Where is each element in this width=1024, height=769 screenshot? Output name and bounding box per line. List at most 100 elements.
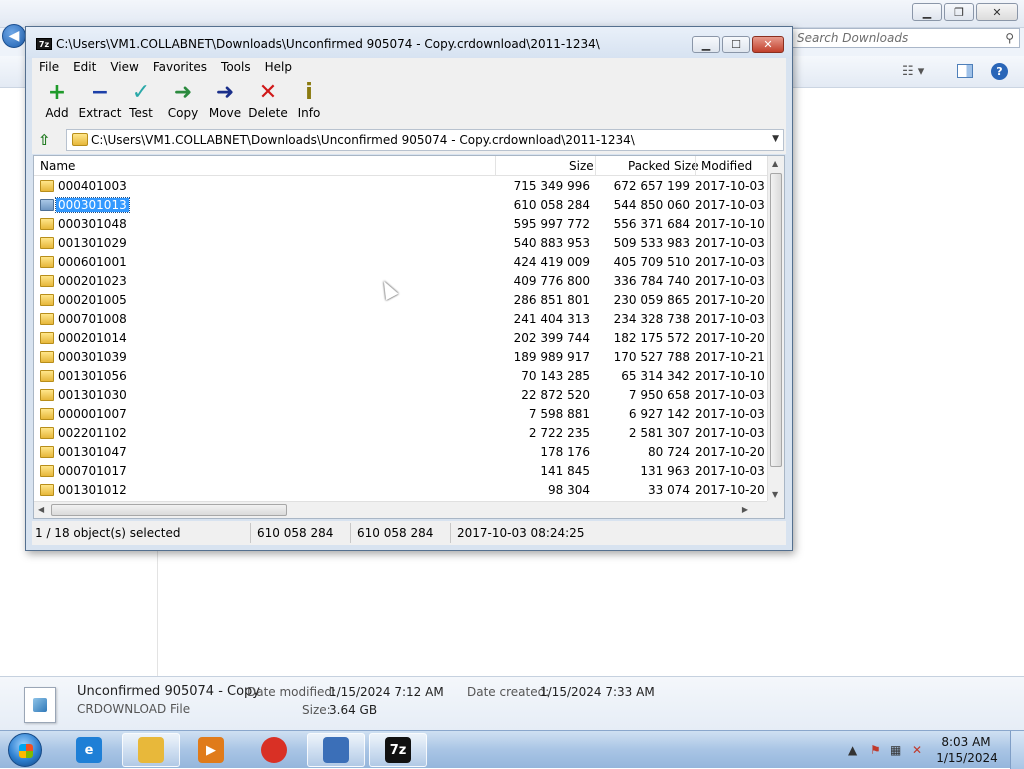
add-button[interactable]: + Add (35, 80, 79, 124)
maximize-button[interactable]: ☐ (722, 36, 750, 53)
minimize-button[interactable]: ▁ (692, 36, 720, 53)
path-combobox[interactable]: C:\Users\VM1.COLLABNET\Downloads\Unconfi… (66, 129, 784, 151)
copy-button[interactable]: ➜ Copy (161, 80, 205, 124)
list-header: Name Size Packed Size Modified (34, 156, 768, 176)
search-input[interactable]: Search Downloads ⚲ (790, 28, 1020, 48)
row-name: 000401003 (58, 179, 127, 193)
table-row[interactable]: 001301012 98 304 33 074 2017-10-20 1 (34, 481, 768, 500)
column-header-packed-size[interactable]: Packed Size (628, 159, 699, 173)
close-button[interactable]: ✕ (752, 36, 784, 53)
menu-help[interactable]: Help (258, 58, 299, 78)
table-row[interactable]: 000701017 141 845 131 963 2017-10-03 0 (34, 462, 768, 481)
menu-edit[interactable]: Edit (66, 58, 103, 78)
table-row[interactable]: 000201014 202 399 744 182 175 572 2017-10-2… (34, 329, 768, 348)
dropdown-arrow-icon[interactable]: ▼ (772, 134, 779, 144)
table-row[interactable]: 000201005 286 851 801 230 059 865 2017-10-2… (34, 291, 768, 310)
row-name: 000001007 (58, 407, 127, 421)
folder-icon (40, 313, 54, 325)
7zip-icon: 7z (385, 737, 411, 763)
taskbar-file-explorer[interactable] (122, 733, 180, 767)
column-divider[interactable] (495, 156, 496, 176)
details-size-label: Size: (302, 703, 331, 717)
row-size: 409 776 800 (513, 274, 590, 288)
row-name: 000301013 (55, 197, 130, 213)
table-row[interactable]: 002201102 2 722 235 2 581 307 2017-10-03 0 (34, 424, 768, 443)
restore-button[interactable]: ❐ (944, 3, 974, 21)
horizontal-scrollbar[interactable]: ◀ ▶ (34, 501, 768, 518)
table-row[interactable]: 000401003 715 349 996 672 657 199 2017-10-0… (34, 177, 768, 196)
row-packed-size: 80 724 (648, 445, 690, 459)
table-row[interactable]: 000301039 189 989 917 170 527 788 2017-10-2… (34, 348, 768, 367)
vertical-scrollbar[interactable]: ▲ ▼ (767, 156, 784, 502)
help-icon[interactable]: ? (991, 63, 1008, 80)
table-row[interactable]: 001301056 70 143 285 65 314 342 2017-10-10 … (34, 367, 768, 386)
table-row[interactable]: 001301030 22 872 520 7 950 658 2017-10-03 0 (34, 386, 768, 405)
row-name: 000701017 (58, 464, 127, 478)
menu-view[interactable]: View (103, 58, 145, 78)
start-button[interactable] (8, 733, 42, 767)
delete-button[interactable]: ✕ Delete (246, 80, 290, 124)
toolbar: + Add − Extract ✓ Test ➜ Copy ➜ Move ✕ D… (32, 78, 786, 126)
change-view-icon[interactable]: ☷ ▾ (902, 64, 924, 79)
details-created-label: Date created: (467, 685, 550, 699)
folder-icon (138, 737, 164, 763)
search-placeholder: Search Downloads (797, 31, 909, 45)
row-packed-size: 405 709 510 (613, 255, 690, 269)
extract-button[interactable]: − Extract (78, 80, 122, 124)
clock-time[interactable]: 8:03 AM (936, 735, 996, 749)
row-packed-size: 556 371 684 (613, 217, 690, 231)
column-header-name[interactable]: Name (40, 159, 75, 173)
table-row[interactable]: 000701008 241 404 313 234 328 738 2017-10-0… (34, 310, 768, 329)
table-row[interactable]: 000301048 595 997 772 556 371 684 2017-10-1… (34, 215, 768, 234)
details-file-type: CRDOWNLOAD File (77, 702, 191, 716)
table-row[interactable]: 000301013 610 058 284 544 850 060 2017-10-0… (34, 196, 768, 215)
minimize-button[interactable]: ▁ (912, 3, 942, 21)
taskbar-control-panel[interactable] (307, 733, 365, 767)
scroll-right-arrow-icon[interactable]: ▶ (742, 505, 748, 514)
move-button[interactable]: ➜ Move (203, 80, 247, 124)
taskbar-media-player[interactable]: ▶ (182, 733, 240, 767)
test-button[interactable]: ✓ Test (119, 80, 163, 124)
show-hidden-icons-icon[interactable]: ▲ (848, 743, 857, 757)
details-pane: Unconfirmed 905074 - Copy CRDOWNLOAD Fil… (0, 676, 1024, 730)
row-packed-size: 131 963 (640, 464, 690, 478)
up-folder-icon[interactable]: ⇧ (38, 131, 56, 149)
column-divider[interactable] (695, 156, 696, 176)
menu-tools[interactable]: Tools (214, 58, 258, 78)
table-row[interactable]: 000201023 409 776 800 336 784 740 2017-10-0… (34, 272, 768, 291)
scroll-down-arrow-icon[interactable]: ▼ (772, 490, 778, 499)
taskbar-chrome[interactable] (245, 733, 303, 767)
table-row[interactable]: 000001007 7 598 881 6 927 142 2017-10-03 0 (34, 405, 768, 424)
clock-date[interactable]: 1/15/2024 (934, 751, 1000, 765)
action-center-icon[interactable]: ⚑ (870, 743, 881, 757)
row-size: 7 598 881 (528, 407, 590, 421)
folder-icon (40, 275, 54, 287)
taskbar-internet-explorer[interactable]: e (60, 733, 118, 767)
table-row[interactable]: 000601001 424 419 009 405 709 510 2017-10-0… (34, 253, 768, 272)
row-size: 22 872 520 (521, 388, 590, 402)
horizontal-scroll-thumb[interactable] (51, 504, 287, 516)
column-header-modified[interactable]: Modified (701, 159, 752, 173)
vertical-scroll-thumb[interactable] (770, 173, 782, 467)
column-header-size[interactable]: Size (569, 159, 594, 173)
show-desktop-button[interactable] (1010, 731, 1024, 769)
scroll-up-arrow-icon[interactable]: ▲ (772, 159, 778, 168)
table-row[interactable]: 001301029 540 883 953 509 533 983 2017-10-0… (34, 234, 768, 253)
table-row[interactable]: 001301047 178 176 80 724 2017-10-20 1 (34, 443, 768, 462)
file-list: Name Size Packed Size Modified 000401003… (33, 155, 785, 519)
info-button[interactable]: i Info (287, 80, 331, 124)
copy-label: Copy (167, 106, 199, 120)
preview-pane-icon[interactable] (957, 64, 973, 78)
scroll-left-arrow-icon[interactable]: ◀ (38, 505, 44, 514)
menu-favorites[interactable]: Favorites (146, 58, 214, 78)
menu-file[interactable]: File (32, 58, 66, 78)
volume-muted-icon[interactable]: ✕ (912, 743, 922, 757)
network-icon[interactable]: ▦ (890, 743, 901, 757)
back-arrow-icon[interactable]: ◀ (2, 24, 26, 48)
row-name: 001301047 (58, 445, 127, 459)
taskbar-7zip[interactable]: 7z (369, 733, 427, 767)
close-button[interactable]: ✕ (976, 3, 1018, 21)
column-divider[interactable] (595, 156, 596, 176)
details-created-value: 1/15/2024 7:33 AM (540, 685, 655, 699)
search-icon[interactable]: ⚲ (1005, 31, 1014, 45)
